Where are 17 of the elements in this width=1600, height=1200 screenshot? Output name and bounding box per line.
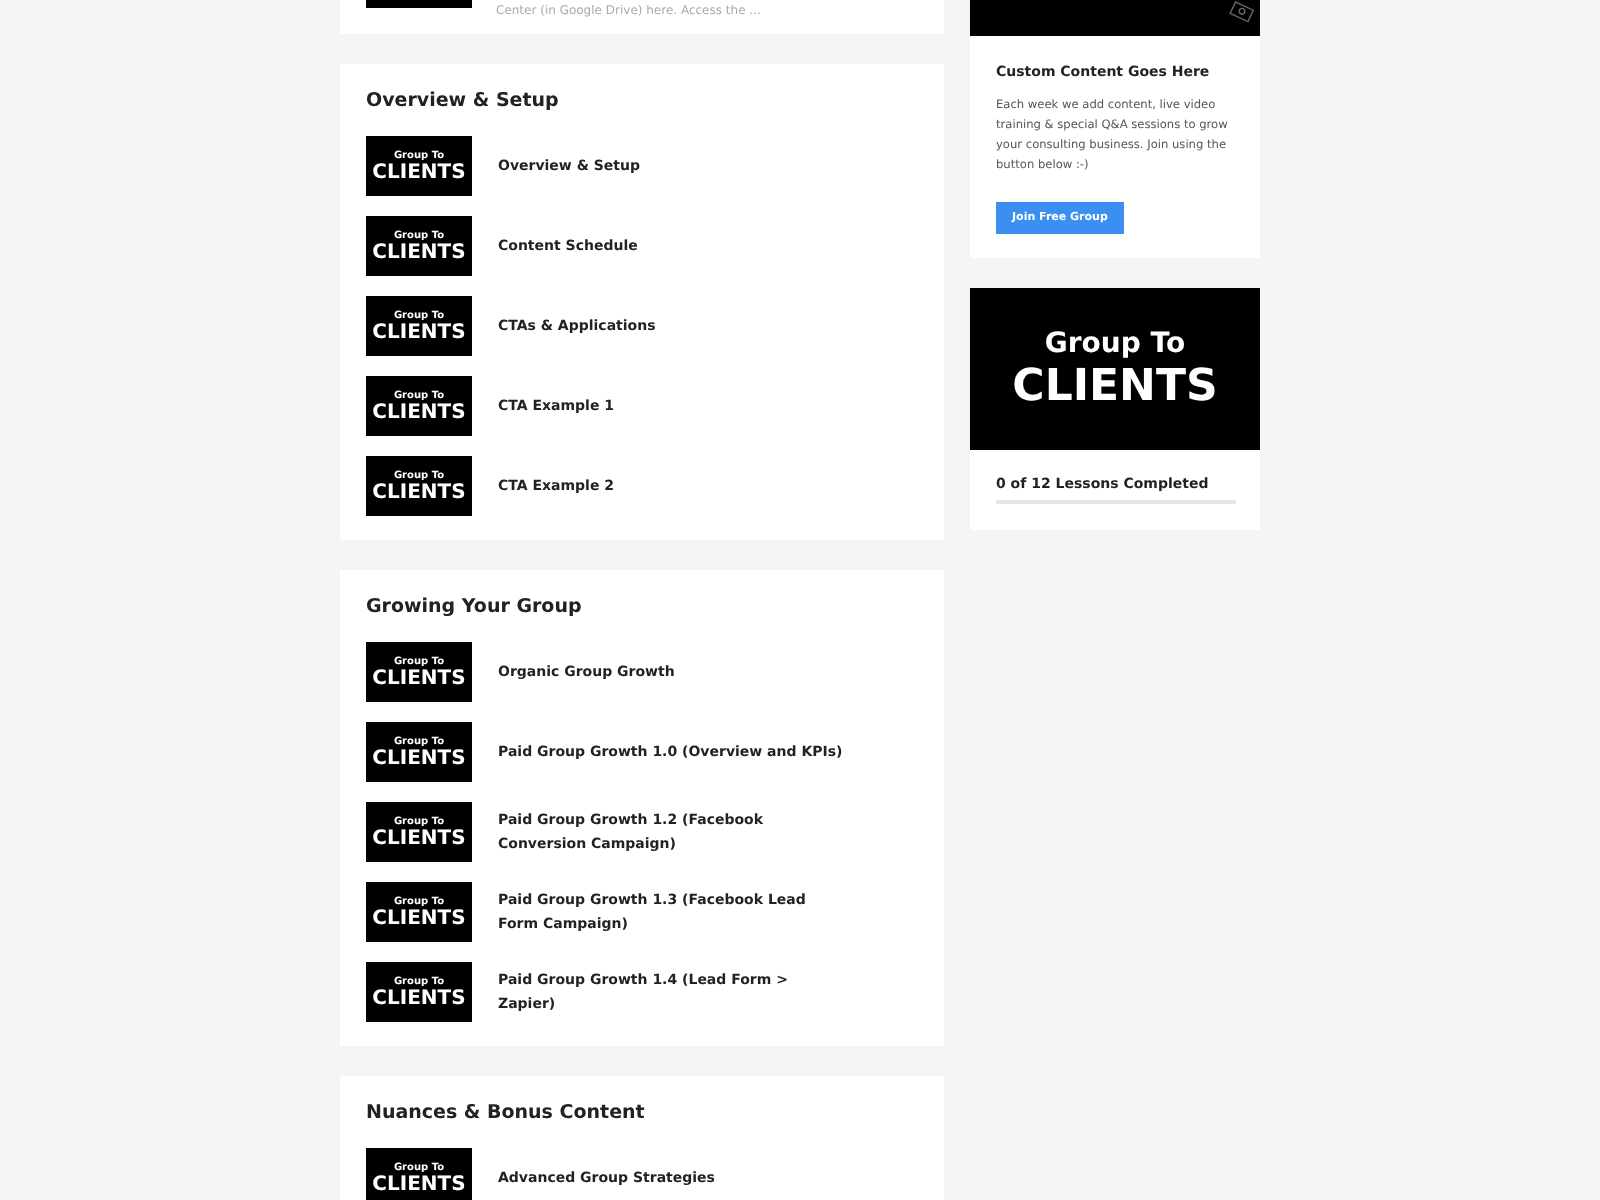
section-title: Growing Your Group — [366, 596, 584, 618]
thumbnail-title: CLIENTS — [372, 161, 466, 183]
thumbnail-title: CLIENTS — [372, 481, 466, 503]
thumbnail-title: CLIENTS — [372, 747, 466, 769]
thumbnail-title: CLIENTS — [372, 907, 466, 929]
thumbnail-title: CLIENTS — [372, 241, 466, 263]
thumbnail-title: CLIENTS — [372, 401, 466, 423]
section-title: Overview & Setup — [366, 90, 561, 112]
thumbnail-title: CLIENTS — [372, 321, 466, 343]
money-icon — [1228, 0, 1256, 28]
thumbnail-title: CLIENTS — [372, 667, 466, 689]
thumbnail-title: CLIENTS — [372, 827, 466, 849]
thumbnail-title: CLIENTS — [1012, 361, 1218, 411]
thumbnail-title: CLIENTS — [372, 1173, 466, 1195]
thumbnail-title: CLIENTS — [372, 987, 466, 1009]
thumbnail-caption: Group To — [1044, 327, 1186, 361]
section-title: Nuances & Bonus Content — [366, 1102, 647, 1124]
